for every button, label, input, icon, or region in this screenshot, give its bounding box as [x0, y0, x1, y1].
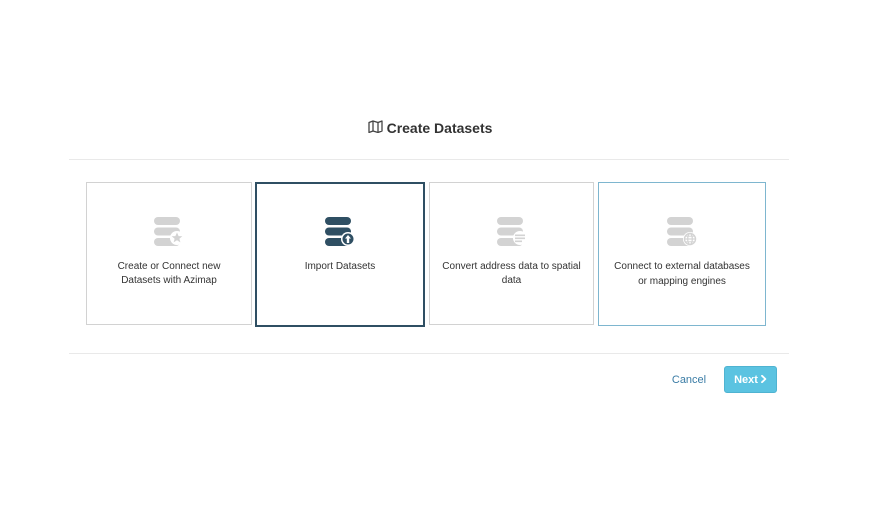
option-convert-address-data[interactable]: Convert address data to spatial data	[429, 182, 594, 325]
option-connect-external-databases[interactable]: Connect to external databases or mapping…	[598, 182, 766, 326]
chevron-right-icon	[758, 374, 767, 386]
database-star-icon	[153, 216, 185, 253]
option-label: Create or Connect new Datasets with Azim…	[117, 261, 221, 286]
database-list-icon	[496, 216, 528, 253]
cancel-button[interactable]: Cancel	[664, 372, 714, 388]
create-datasets-dialog: Create Datasets Create or Connect new Da…	[0, 0, 885, 510]
option-import-datasets[interactable]: Import Datasets	[255, 182, 425, 327]
dialog-title-text: Create Datasets	[386, 120, 493, 136]
map-icon	[367, 120, 387, 136]
header-divider	[69, 159, 789, 160]
next-button-label: Next	[734, 373, 758, 386]
next-button[interactable]: Next	[724, 366, 777, 393]
option-create-connect-datasets[interactable]: Create or Connect new Datasets with Azim…	[86, 182, 252, 325]
option-label: Convert address data to spatial data	[442, 261, 581, 286]
dialog-title: Create Datasets	[0, 120, 860, 136]
database-globe-icon	[666, 216, 698, 253]
database-upload-icon	[324, 216, 356, 253]
option-label: Connect to external databases or mapping…	[614, 261, 750, 287]
option-label: Import Datasets	[304, 261, 376, 272]
footer-divider	[69, 353, 789, 354]
